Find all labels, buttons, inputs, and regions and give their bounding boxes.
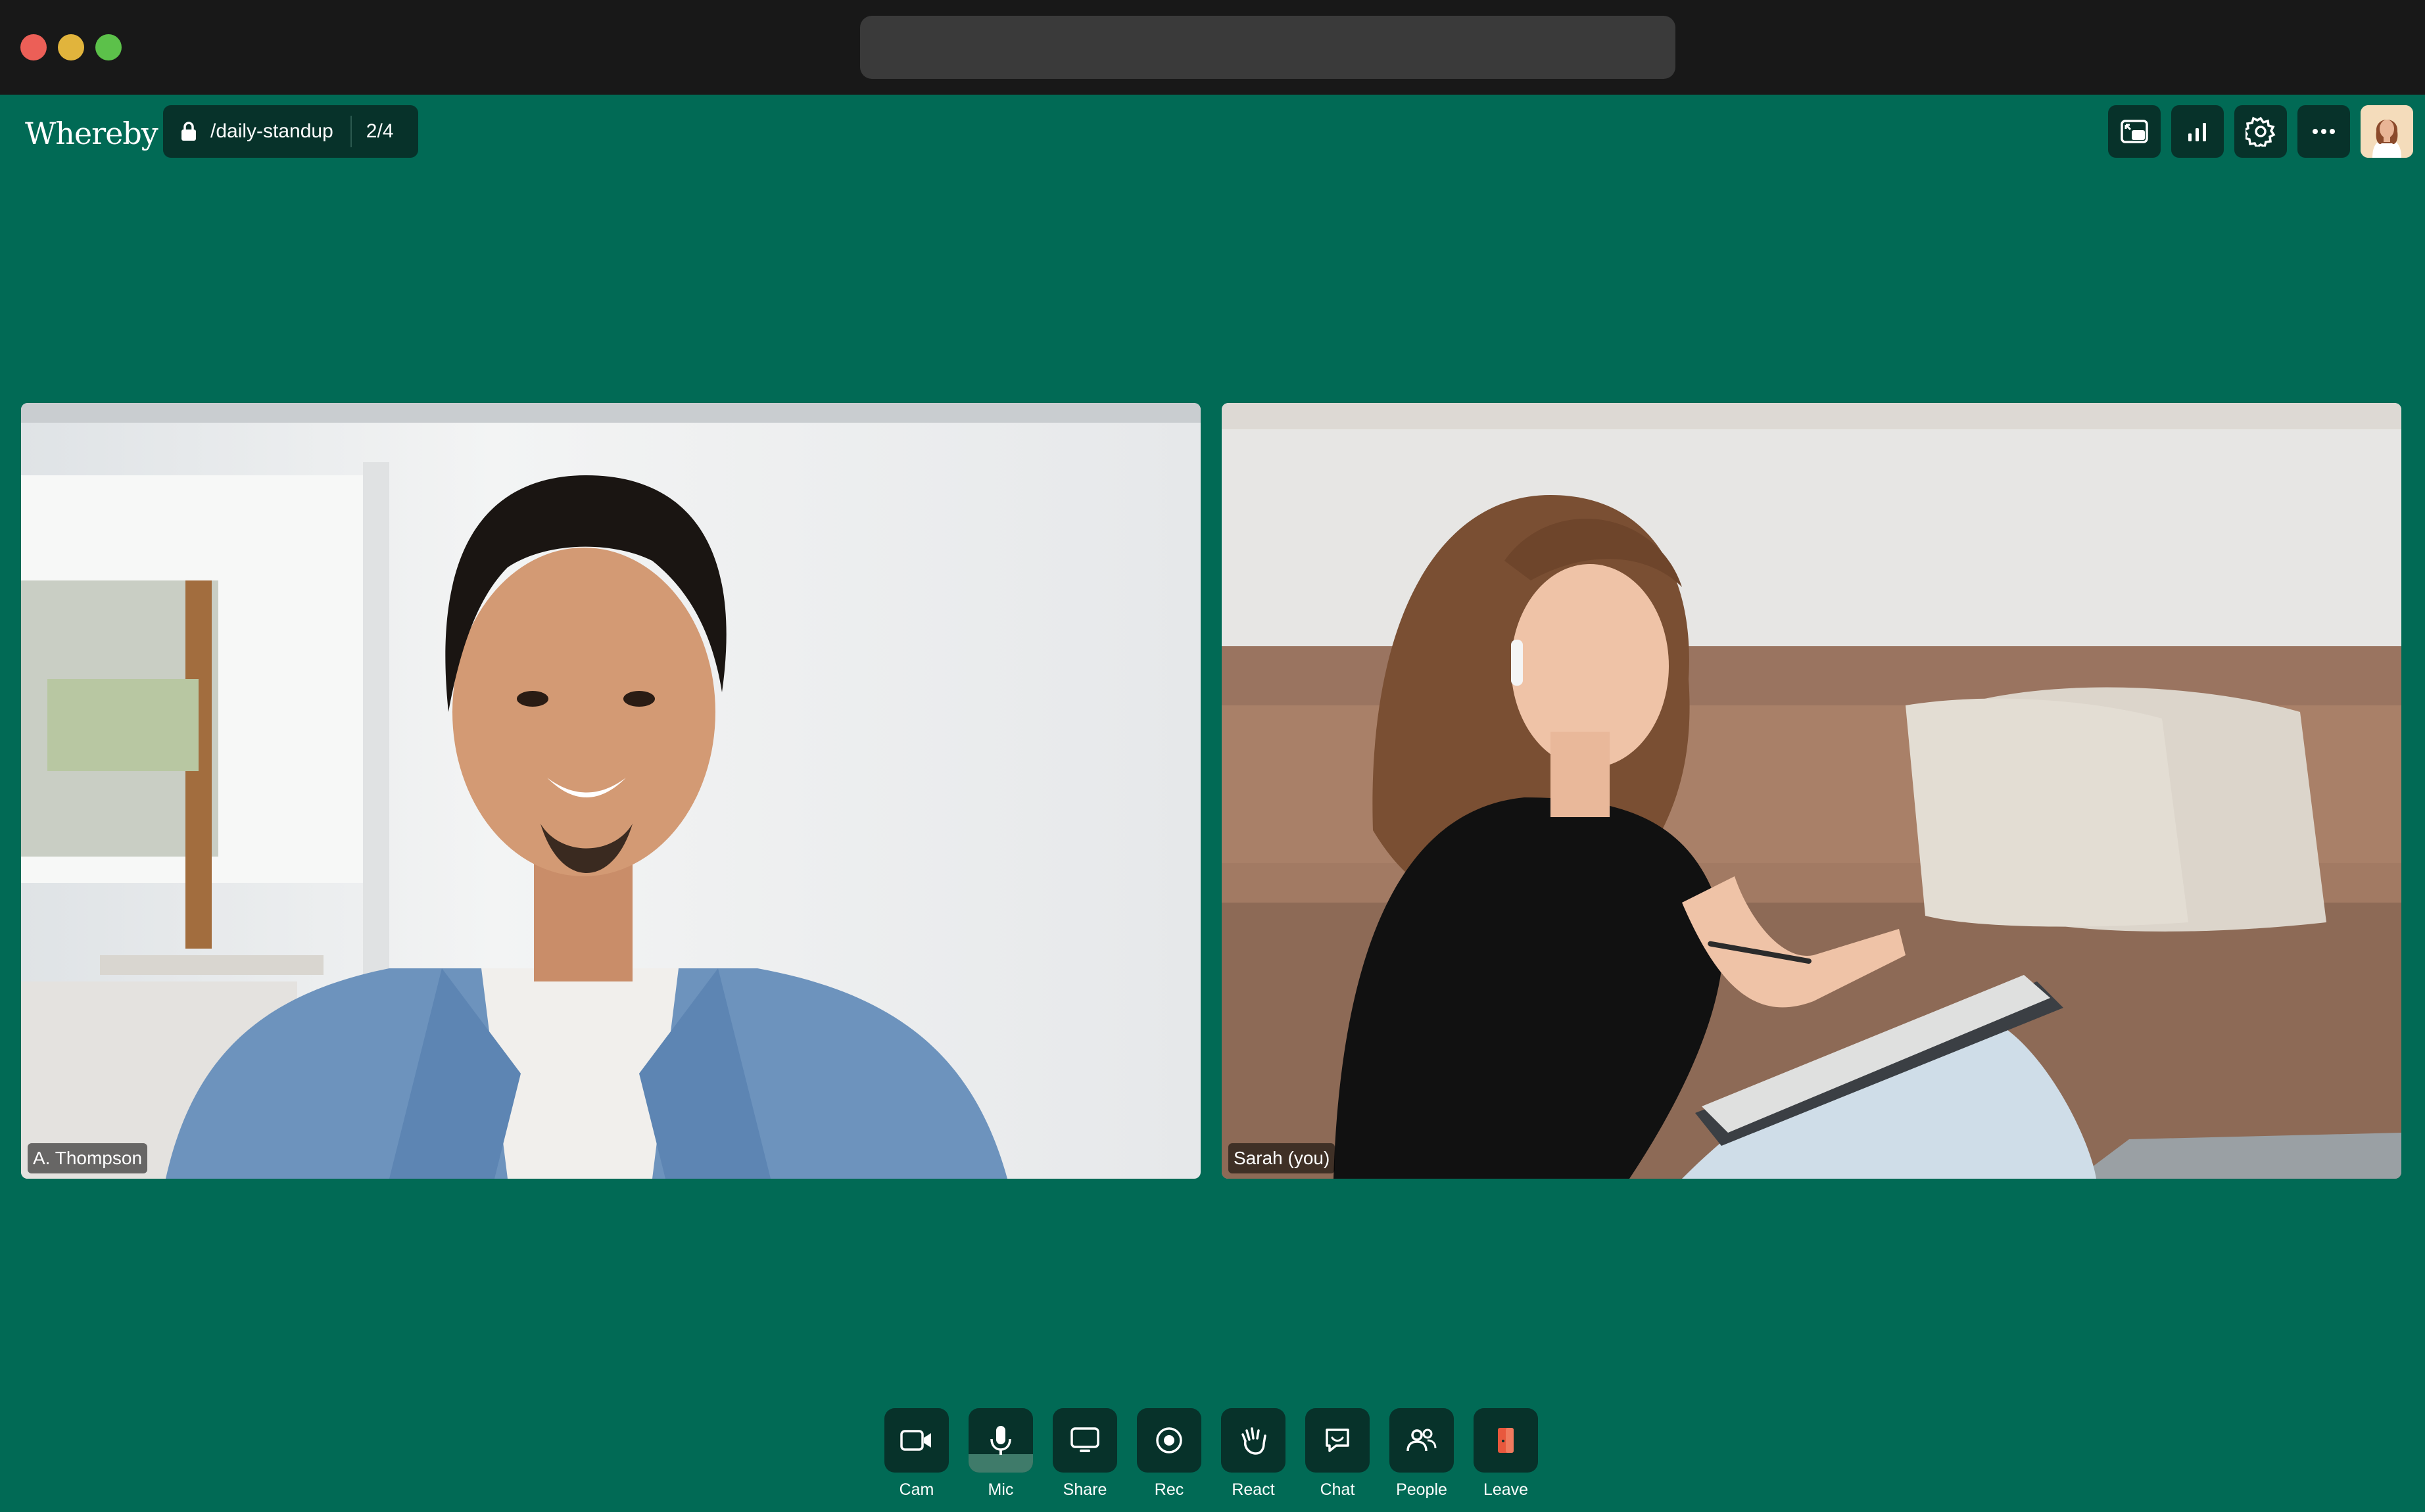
- share-label: Share: [1063, 1480, 1107, 1499]
- self-name-tag: Sarah (you): [1228, 1143, 1335, 1173]
- leave-button[interactable]: [1474, 1408, 1538, 1473]
- participant-name-tag: A. Thompson: [28, 1143, 148, 1173]
- lock-icon: [180, 120, 200, 143]
- more-button[interactable]: [2297, 105, 2350, 158]
- rec-label: Rec: [1154, 1480, 1184, 1499]
- video-tile-self[interactable]: Sarah (you): [1222, 403, 2401, 1179]
- chat-label: Chat: [1320, 1480, 1355, 1499]
- video-tile-remote[interactable]: A. Thompson: [21, 403, 1201, 1179]
- mic-control[interactable]: Mic: [969, 1408, 1033, 1500]
- react-label: React: [1232, 1480, 1275, 1499]
- cam-control[interactable]: Cam: [884, 1408, 949, 1500]
- react-button[interactable]: [1221, 1408, 1285, 1473]
- window-minimize-button[interactable]: [58, 34, 84, 60]
- window-close-button[interactable]: [20, 34, 47, 60]
- people-icon: [1406, 1429, 1437, 1452]
- stats-icon: [2188, 123, 2206, 141]
- participant-count: 2/4: [366, 120, 394, 142]
- camera-icon: [900, 1430, 931, 1451]
- user-avatar[interactable]: [2361, 105, 2413, 158]
- react-control[interactable]: React: [1221, 1408, 1285, 1500]
- room-name: /daily-standup: [210, 120, 333, 142]
- chat-control[interactable]: Chat: [1305, 1408, 1370, 1500]
- call-controls: Cam Mic Share Rec React Chat People Leav…: [884, 1408, 1538, 1500]
- share-button[interactable]: [1053, 1408, 1117, 1473]
- self-video: [1222, 403, 2401, 1179]
- people-control[interactable]: People: [1389, 1408, 1454, 1500]
- picture-in-picture-button[interactable]: [2108, 105, 2161, 158]
- more-icon: [2313, 129, 2335, 134]
- divider: [350, 116, 352, 147]
- people-label: People: [1396, 1480, 1447, 1499]
- leave-label: Leave: [1483, 1480, 1529, 1499]
- whereby-logo[interactable]: Whereby: [25, 108, 158, 159]
- share-control[interactable]: Share: [1053, 1408, 1117, 1500]
- screen-share-icon: [1070, 1427, 1099, 1452]
- leave-control[interactable]: Leave: [1474, 1408, 1538, 1500]
- rec-button[interactable]: [1137, 1408, 1201, 1473]
- mic-label: Mic: [988, 1480, 1014, 1499]
- stats-button[interactable]: [2171, 105, 2224, 158]
- chat-button[interactable]: [1305, 1408, 1370, 1473]
- top-actions: [2108, 105, 2413, 158]
- cam-label: Cam: [899, 1480, 934, 1499]
- rec-control[interactable]: Rec: [1137, 1408, 1201, 1500]
- picture-in-picture-icon: [2121, 120, 2148, 143]
- settings-button[interactable]: [2234, 105, 2287, 158]
- meeting-room: Whereby /daily-standup 2/4 A. Thompson S…: [0, 95, 2425, 1512]
- window-maximize-button[interactable]: [95, 34, 122, 60]
- window-titlebar: [0, 0, 2425, 95]
- cam-button[interactable]: [884, 1408, 949, 1473]
- chat-icon: [1326, 1429, 1349, 1452]
- gear-icon: [2245, 116, 2276, 147]
- microphone-icon: [990, 1426, 1011, 1455]
- people-button[interactable]: [1389, 1408, 1454, 1473]
- hand-wave-icon: [1241, 1427, 1266, 1455]
- participant-video: [21, 403, 1201, 1179]
- record-icon: [1156, 1427, 1182, 1453]
- mic-button[interactable]: [969, 1408, 1033, 1473]
- address-bar[interactable]: [860, 16, 1675, 79]
- door-exit-icon: [1498, 1428, 1514, 1453]
- room-info-pill[interactable]: /daily-standup 2/4: [163, 105, 418, 158]
